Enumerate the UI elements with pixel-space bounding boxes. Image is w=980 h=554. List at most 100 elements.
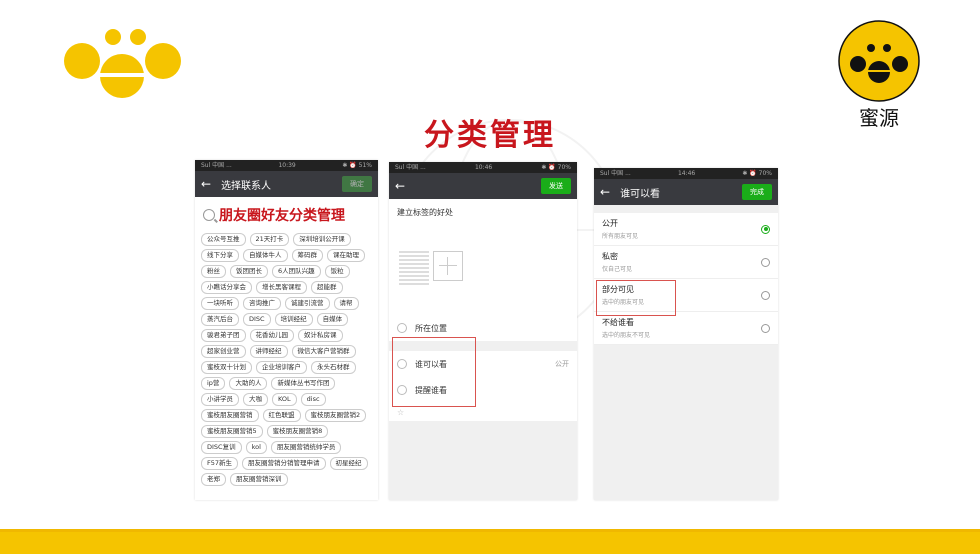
contact-tag[interactable]: 请帮 (333, 297, 359, 310)
contact-tag[interactable]: 新媒体丛书写作团 (271, 377, 336, 390)
contact-tag[interactable]: 老郑 (201, 473, 226, 486)
contact-tag[interactable]: 奴计私房课 (298, 329, 343, 342)
status-time: 10:39 (278, 162, 296, 169)
status-time: 14:46 (677, 170, 696, 177)
contact-tag[interactable]: ip营 (201, 377, 226, 390)
contact-tag[interactable]: 自媒体牛人 (243, 249, 288, 262)
contact-tag[interactable]: 超家创业营 (201, 345, 246, 358)
contact-tag[interactable]: 深圳培训公开课 (293, 233, 351, 246)
brand-logo-right (838, 20, 920, 102)
radio[interactable] (761, 257, 770, 267)
confirm-button[interactable]: 确定 (342, 176, 372, 192)
contact-tag[interactable]: kol (245, 441, 267, 454)
status-carrier: Sul 中国 ... (395, 164, 426, 171)
option-private[interactable]: 私密 仅自己可见 (594, 246, 778, 279)
contact-tag[interactable]: 21天打卡 (249, 233, 290, 246)
contact-tag[interactable]: KOL (272, 393, 297, 406)
contact-tag[interactable]: 蜜枝朋友圈营销 (201, 409, 259, 422)
contact-tag[interactable]: 讲师经纪 (249, 345, 288, 358)
add-image-button[interactable] (433, 251, 463, 281)
status-bar: Sul 中国 ... 10:46 ✱ ⏰ 70% (389, 162, 577, 173)
search-row[interactable]: 朋友圈好友分类管理 (195, 197, 378, 229)
phone-select-contacts: Sul 中国 ... 10:39 ✱ ⏰ 51% ← 选择联系人 确定 朋友圈好… (195, 160, 378, 500)
media-row (389, 243, 577, 315)
contact-tag[interactable]: 朋友圈营销深训 (230, 473, 288, 486)
option-title: 公开 (602, 219, 618, 228)
contact-tag[interactable]: 诚建引流营 (285, 297, 330, 310)
contact-tag[interactable]: disc (300, 393, 326, 406)
contact-tag[interactable]: 筹码群 (291, 249, 323, 262)
contact-tag[interactable]: 课在助理 (327, 249, 365, 262)
contact-tag[interactable]: 6人团队兴趣 (272, 265, 321, 278)
contact-tag[interactable]: 蜜枝双十计划 (201, 361, 252, 374)
contact-tag[interactable]: 小讲学员 (201, 393, 239, 406)
contact-tag[interactable]: 初星经纪 (329, 457, 368, 470)
contact-tag[interactable]: 蜜枝朋友圈营销2 (304, 409, 367, 422)
contact-tag[interactable]: 骏君弟子团 (201, 329, 246, 342)
contact-tag[interactable]: 线下分享 (201, 249, 239, 262)
option-exclude[interactable]: 不给谁看 选中的朋友不可见 (594, 312, 778, 345)
contact-tag[interactable]: 大助的人 (229, 377, 268, 390)
contact-tag[interactable]: 企业培训客户 (256, 361, 307, 374)
search-overlay-title: 朋友圈好友分类管理 (219, 208, 345, 224)
contact-tag[interactable]: 超能群 (311, 281, 343, 294)
contact-tag[interactable]: 蜜枝朋友圈营销5 (201, 425, 263, 438)
highlight-who-can-see (392, 337, 476, 407)
status-bar: Sul 中国 ... 10:39 ✱ ⏰ 51% (195, 160, 378, 171)
nav-bar: ← 谁可以看 完成 (594, 179, 778, 205)
contact-tag[interactable]: 自媒体 (316, 313, 349, 326)
nav-title: 选择联系人 (221, 180, 272, 192)
slide-title: 分类管理 (424, 118, 556, 153)
phone-visibility-options: Sul 中国 ... 14:46 ✱ ⏰ 70% ← 谁可以看 完成 公开 所有朋… (594, 168, 778, 500)
contact-tag[interactable]: 咨询推广 (243, 297, 281, 310)
contact-tag[interactable]: 朋友圈营销统帅学员 (270, 441, 342, 454)
status-time: 10:46 (474, 164, 493, 171)
contact-tag[interactable]: 永头石材群 (311, 361, 356, 374)
contact-tag[interactable]: 粉丝 (201, 265, 226, 278)
radio-selected[interactable] (761, 224, 770, 234)
brand-logo-left (64, 29, 181, 98)
option-subtitle: 仅自己可见 (602, 266, 633, 273)
back-arrow-icon[interactable]: ← (395, 179, 405, 193)
post-text[interactable]: 建立标签的好处 (389, 199, 577, 243)
contact-tag[interactable]: 增长黑客课程 (256, 281, 307, 294)
contact-tag[interactable]: 饭团团长 (230, 265, 268, 278)
back-arrow-icon[interactable]: ← (600, 185, 610, 199)
radio[interactable] (761, 290, 770, 300)
contact-tag[interactable]: 花香幼儿园 (249, 329, 294, 342)
back-arrow-icon[interactable]: ← (201, 177, 211, 191)
option-public[interactable]: 公开 所有朋友可见 (594, 213, 778, 246)
nav-bar: ← 选择联系人 确定 (195, 171, 378, 197)
option-title: 私密 (602, 252, 618, 261)
status-battery: ✱ ⏰ 51% (342, 162, 372, 169)
who-can-see-value: 公开 (555, 360, 569, 368)
contact-tag[interactable]: 培训经纪 (274, 313, 313, 326)
status-battery: ✱ ⏰ 70% (541, 164, 571, 171)
contact-tag[interactable]: DISC复训 (201, 441, 242, 454)
nav-title: 谁可以看 (620, 188, 661, 200)
status-carrier: Sul 中国 ... (201, 162, 232, 169)
send-button[interactable]: 发送 (541, 178, 571, 194)
status-battery: ✱ ⏰ 70% (742, 170, 772, 177)
contact-tag[interactable]: 饭粒 (324, 265, 350, 278)
option-subtitle: 所有朋友可见 (602, 233, 639, 240)
contact-tag[interactable]: 大咖 (243, 393, 268, 406)
highlight-partial-visible (596, 280, 676, 316)
contact-tag[interactable]: 蜜枝朋友圈营销8 (266, 425, 329, 438)
done-button[interactable]: 完成 (742, 184, 772, 200)
contact-tag[interactable]: 一块听听 (201, 297, 239, 310)
contact-tag[interactable]: 红色联盟 (262, 409, 301, 422)
contact-tag[interactable]: F57新生 (201, 457, 239, 470)
contact-tag[interactable]: DISC (243, 313, 271, 326)
image-thumbnail[interactable] (399, 251, 429, 285)
option-title: 不给谁看 (602, 318, 634, 327)
contact-tag[interactable]: 公众号互推 (201, 233, 246, 246)
contact-tag[interactable]: 蒸汽后台 (201, 313, 239, 326)
contact-tag[interactable]: 小瞧话分享会 (201, 281, 252, 294)
radio[interactable] (761, 323, 770, 333)
contact-tag[interactable]: 朋友圈营销分销管理申请 (242, 457, 326, 470)
location-label: 所在位置 (415, 323, 447, 333)
location-pin-icon (397, 323, 407, 333)
contact-tag[interactable]: 微信大客户营销群 (291, 345, 356, 358)
phone-compose-post: Sul 中国 ... 10:46 ✱ ⏰ 70% ← 发送 建立标签的好处 所在… (389, 162, 577, 500)
